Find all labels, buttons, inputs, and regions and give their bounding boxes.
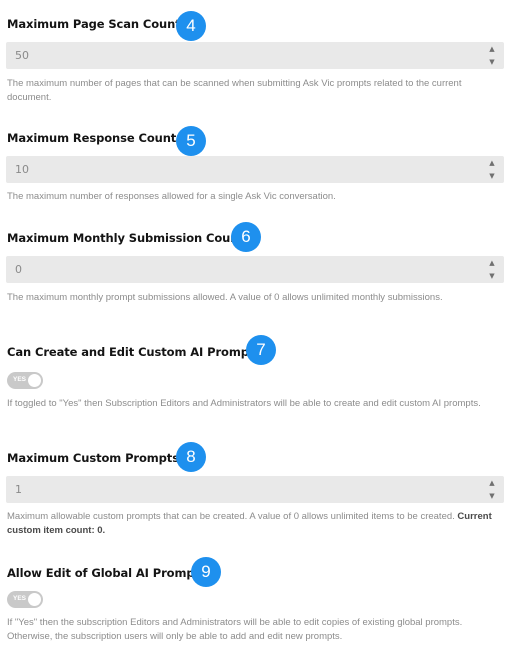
- help-allow-edit-global-prompts: If "Yes" then the subscription Editors a…: [7, 617, 463, 642]
- increment-icon[interactable]: ▲: [489, 158, 494, 168]
- toggle-label: YES: [13, 376, 27, 383]
- help-max-monthly-submission-count: The maximum monthly prompt submissions a…: [7, 292, 443, 303]
- increment-icon[interactable]: ▲: [489, 258, 494, 268]
- field-value: 10: [15, 163, 29, 176]
- step-badge-5: 5: [176, 126, 206, 156]
- help-can-create-edit-custom-prompts: If toggled to "Yes" then Subscription Ed…: [7, 398, 481, 409]
- toggle-label: YES: [13, 595, 27, 602]
- label-max-custom-prompts: Maximum Custom Prompts: [7, 451, 179, 465]
- decrement-icon[interactable]: ▼: [489, 57, 494, 67]
- help-text: Maximum allowable custom prompts that ca…: [7, 511, 455, 522]
- help-max-response-count: The maximum number of responses allowed …: [7, 191, 336, 202]
- max-response-count-input[interactable]: 10 ▲ ▼: [6, 156, 504, 183]
- label-max-page-scan-count: Maximum Page Scan Count: [7, 17, 181, 31]
- step-badge-7: 7: [246, 335, 276, 365]
- field-value: 1: [15, 483, 22, 496]
- spinner-arrows: ▲ ▼: [486, 44, 498, 67]
- spinner-arrows: ▲ ▼: [486, 258, 498, 281]
- label-allow-edit-global-prompts: Allow Edit of Global AI Prompts: [7, 566, 207, 580]
- toggle-knob: [28, 374, 41, 387]
- step-badge-8: 8: [176, 442, 206, 472]
- decrement-icon[interactable]: ▼: [489, 171, 494, 181]
- label-max-monthly-submission-count: Maximum Monthly Submission Count: [7, 231, 244, 245]
- help-max-custom-prompts: Maximum allowable custom prompts that ca…: [7, 510, 505, 537]
- increment-icon[interactable]: ▲: [489, 44, 494, 54]
- increment-icon[interactable]: ▲: [489, 478, 494, 488]
- toggle-knob: [28, 593, 41, 606]
- spinner-arrows: ▲ ▼: [486, 478, 498, 501]
- step-badge-9: 9: [191, 557, 221, 587]
- decrement-icon[interactable]: ▼: [489, 271, 494, 281]
- step-badge-6: 6: [231, 222, 261, 252]
- spinner-arrows: ▲ ▼: [486, 158, 498, 181]
- max-page-scan-count-input[interactable]: 50 ▲ ▼: [6, 42, 504, 69]
- help-max-page-scan-count: The maximum number of pages that can be …: [7, 78, 462, 103]
- max-monthly-submission-count-input[interactable]: 0 ▲ ▼: [6, 256, 504, 283]
- decrement-icon[interactable]: ▼: [489, 491, 494, 501]
- label-max-response-count: Maximum Response Count: [7, 131, 177, 145]
- custom-prompts-toggle[interactable]: YES: [7, 372, 43, 389]
- global-prompts-toggle[interactable]: YES: [7, 591, 43, 608]
- step-badge-4: 4: [176, 11, 206, 41]
- max-custom-prompts-input[interactable]: 1 ▲ ▼: [6, 476, 504, 503]
- field-value: 50: [15, 49, 29, 62]
- label-can-create-edit-custom-prompts: Can Create and Edit Custom AI Prompts: [7, 345, 261, 359]
- field-value: 0: [15, 263, 22, 276]
